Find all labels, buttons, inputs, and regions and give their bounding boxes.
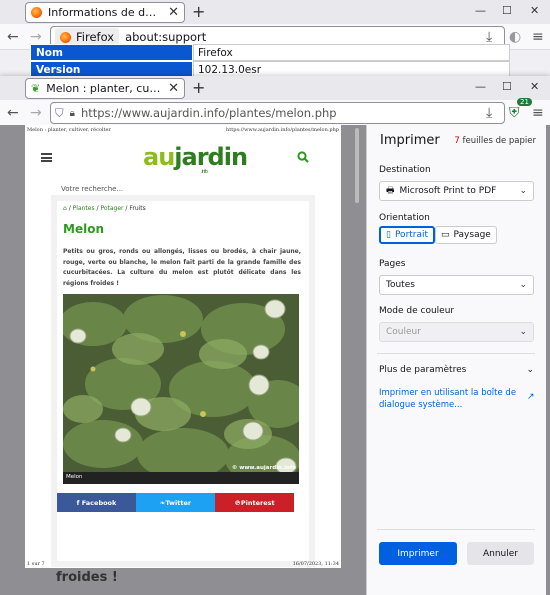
tab-label: Melon : planter, cultiver, récolter <box>46 82 162 95</box>
article: ⌂ / Plantes / Potager / Fruits Melon Pet… <box>57 201 309 561</box>
tab-troubleshooting[interactable]: Informations de dépannage ✕ <box>25 2 185 23</box>
extension-icon[interactable]: ◐ <box>509 29 521 45</box>
chevron-down-icon: ⌄ <box>526 365 534 375</box>
page-footer-right: 16/07/2023, 11:34 <box>292 561 339 567</box>
breadcrumb: ⌂ / Plantes / Potager / Fruits <box>63 205 146 212</box>
support-table: Nom Firefox Version 102.13.0esr <box>30 44 510 78</box>
home-icon: ⌂ <box>63 205 67 212</box>
firefox-icon <box>60 31 71 43</box>
destination-select[interactable]: 🖶 Microsoft Print to PDF ⌄ <box>379 181 534 201</box>
print-preview-page: Melon : planter, cultiver, récolter http… <box>25 125 341 568</box>
printer-icon: 🖶 <box>386 186 395 196</box>
url-bar[interactable]: ⛉ 🔒︎ https://www.aujardin.info/plantes/m… <box>50 102 505 124</box>
system-dialog-link[interactable]: Imprimer en utilisant la boîte de dialog… <box>379 387 524 411</box>
color-mode-select[interactable]: Couleur ⌄ <box>379 322 534 342</box>
menu-icon[interactable]: ≡ <box>532 29 544 45</box>
page-footer-left: 1 sur 7 <box>27 561 45 567</box>
color-mode-label: Mode de couleur <box>379 306 455 316</box>
landscape-icon: ▭ <box>441 230 450 240</box>
search-input: Votre recherche... <box>57 180 309 198</box>
destination-label: Destination <box>379 165 431 175</box>
background-page-text: froides ! <box>56 570 118 585</box>
divider <box>377 529 535 530</box>
twitter-share-button: ❧ Twitter <box>136 493 215 512</box>
orientation-label: Orientation <box>379 213 430 223</box>
preview-scrollbar[interactable] <box>355 128 359 203</box>
article-intro: Petits ou gros, ronds ou allongés, lisse… <box>63 248 301 287</box>
search-icon <box>297 151 309 163</box>
window-close-icon[interactable]: ✕ <box>530 4 539 17</box>
url-text: about:support <box>125 30 207 44</box>
back-window: Informations de dépannage ✕ + — ☐ ✕ ← → … <box>0 0 550 80</box>
front-window: ❦ Melon : planter, cultiver, récolter ✕ … <box>0 76 550 595</box>
close-icon[interactable]: ✕ <box>168 81 179 96</box>
print-title: Imprimer <box>380 133 440 148</box>
facebook-share-button: f Facebook <box>57 493 136 512</box>
forward-icon[interactable]: → <box>30 105 42 121</box>
close-icon[interactable]: ✕ <box>168 5 179 20</box>
chevron-down-icon: ⌄ <box>519 280 527 290</box>
download-icon[interactable]: ⤓ <box>486 29 492 45</box>
menu-icon[interactable]: ≡ <box>532 105 544 121</box>
tab-strip: ❦ Melon : planter, cultiver, récolter ✕ … <box>0 76 550 100</box>
url-text: https://www.aujardin.info/plantes/melon.… <box>80 106 337 120</box>
pages-label: Pages <box>379 259 406 269</box>
photo-copyright: © www.aujardin.info <box>231 465 296 471</box>
print-button[interactable]: Imprimer <box>379 542 457 565</box>
external-link-icon: ↗ <box>527 392 535 402</box>
extension-badge: 21 <box>517 98 532 106</box>
maximize-icon[interactable]: ☐ <box>502 4 512 17</box>
chevron-down-icon: ⌄ <box>519 327 527 337</box>
cancel-button[interactable]: Annuler <box>467 542 534 565</box>
row-value: Firefox <box>193 44 510 61</box>
page-header-left: Melon : planter, cultiver, récolter <box>27 127 111 133</box>
tab-strip: Informations de dépannage ✕ + — ☐ ✕ <box>0 0 550 24</box>
more-settings-toggle[interactable]: Plus de paramètres ⌄ <box>379 365 534 375</box>
new-tab-icon[interactable]: + <box>192 2 205 21</box>
tab-melon[interactable]: ❦ Melon : planter, cultiver, récolter ✕ <box>25 78 185 99</box>
firefox-icon <box>31 7 42 18</box>
pinterest-share-button: ℗ Pinterest <box>215 493 294 512</box>
minimize-icon[interactable]: — <box>475 4 486 17</box>
minimize-icon[interactable]: — <box>475 80 486 93</box>
portrait-icon: ▯ <box>386 230 391 240</box>
photo-caption: Melon © www.aujardin.info <box>63 465 299 484</box>
leaf-icon: ❦ <box>31 82 41 95</box>
pages-select[interactable]: Toutes ⌄ <box>379 275 534 295</box>
table-row: Nom Firefox <box>30 44 510 61</box>
divider <box>377 353 535 354</box>
shield-icon[interactable]: ⛉ <box>55 106 64 121</box>
article-title: Melon <box>63 222 104 236</box>
new-tab-icon[interactable]: + <box>192 78 205 97</box>
forward-icon[interactable]: → <box>30 29 42 45</box>
melon-photo <box>63 294 299 484</box>
chevron-down-icon: ⌄ <box>519 186 527 196</box>
portrait-button[interactable]: ▯ Portrait <box>379 226 436 244</box>
print-panel: Imprimer 7 feuilles de papier Destinatio… <box>366 125 546 595</box>
download-icon[interactable]: ⤓ <box>486 105 492 121</box>
row-key: Nom <box>30 44 193 61</box>
extension-icon[interactable]: ⛨ <box>509 105 520 121</box>
nav-bar: ← → ⛉ 🔒︎ https://www.aujardin.info/plant… <box>0 98 550 126</box>
tab-label: Informations de dépannage <box>48 6 162 19</box>
maximize-icon[interactable]: ☐ <box>502 80 512 93</box>
page-header-right: https://www.aujardin.info/plantes/melon.… <box>226 127 339 133</box>
window-close-icon[interactable]: ✕ <box>530 80 539 93</box>
back-icon[interactable]: ← <box>7 105 19 121</box>
identity-label: Firefox <box>76 30 115 44</box>
landscape-button[interactable]: ▭ Paysage <box>435 226 497 244</box>
aujardin-logo: aujardin .info <box>143 143 248 175</box>
hamburger-icon <box>41 153 52 162</box>
sheet-count: 7 feuilles de papier <box>454 136 536 146</box>
back-icon[interactable]: ← <box>7 29 19 45</box>
lock-icon[interactable]: 🔒︎ <box>70 108 75 119</box>
